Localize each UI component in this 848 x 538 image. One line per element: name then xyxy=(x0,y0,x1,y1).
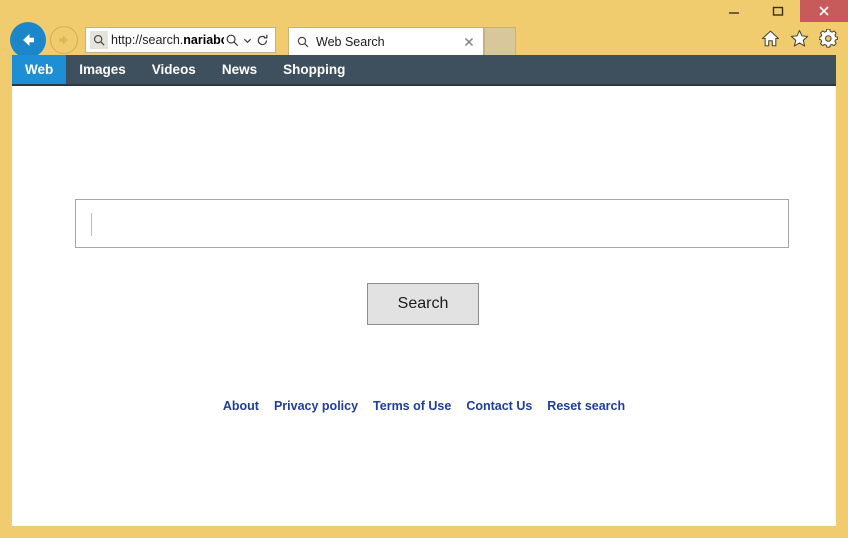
search-icon xyxy=(90,31,108,49)
favorites-button[interactable] xyxy=(789,28,809,48)
home-button[interactable] xyxy=(760,28,780,48)
footer-link-contact-us[interactable]: Contact Us xyxy=(466,399,532,413)
site-nav-label: Web xyxy=(25,62,53,77)
footer-link-about[interactable]: About xyxy=(223,399,259,413)
back-button[interactable] xyxy=(10,22,46,58)
site-nav-item-images[interactable]: Images xyxy=(66,55,139,84)
text-caret xyxy=(91,213,92,236)
address-search-button[interactable] xyxy=(224,34,241,47)
site-nav-label: Videos xyxy=(152,62,196,77)
site-nav-item-shopping[interactable]: Shopping xyxy=(270,55,358,84)
refresh-icon xyxy=(256,34,269,47)
close-window-button[interactable] xyxy=(800,0,848,22)
site-nav-label: Images xyxy=(79,62,126,77)
tab-strip: Web Search xyxy=(288,27,516,55)
chevron-down-icon xyxy=(243,36,252,45)
home-icon xyxy=(761,29,780,48)
arrow-right-icon xyxy=(56,32,72,48)
address-url-text: http://search.nariabo... xyxy=(111,33,224,47)
tab-title: Web Search xyxy=(316,35,461,49)
search-button-label: Search xyxy=(398,295,449,313)
search-input[interactable] xyxy=(75,199,789,248)
search-button[interactable]: Search xyxy=(367,283,479,325)
footer-link-privacy-policy[interactable]: Privacy policy xyxy=(274,399,358,413)
title-bar xyxy=(0,0,848,22)
new-tab-button[interactable] xyxy=(484,27,516,55)
arrow-left-icon xyxy=(18,30,38,50)
refresh-button[interactable] xyxy=(254,34,271,47)
search-icon xyxy=(295,34,311,50)
page-content: Search About Privacy policy Terms of Use… xyxy=(12,86,836,526)
minimize-button[interactable] xyxy=(712,0,756,22)
address-dropdown-button[interactable] xyxy=(241,36,254,45)
site-navigation-bar: Web Images Videos News Shopping xyxy=(12,55,836,86)
star-icon xyxy=(790,29,809,48)
footer-links: About Privacy policy Terms of Use Contac… xyxy=(12,399,836,413)
site-nav-item-news[interactable]: News xyxy=(209,55,270,84)
address-bar[interactable]: http://search.nariabo... xyxy=(85,27,276,53)
tab-web-search[interactable]: Web Search xyxy=(288,27,484,55)
site-nav-item-videos[interactable]: Videos xyxy=(139,55,209,84)
site-nav-label: Shopping xyxy=(283,62,345,77)
close-icon xyxy=(464,37,474,47)
footer-link-reset-search[interactable]: Reset search xyxy=(547,399,625,413)
window-controls xyxy=(712,0,848,22)
gear-icon xyxy=(819,29,838,48)
browser-window: http://search.nariabo... xyxy=(0,0,848,538)
tab-close-button[interactable] xyxy=(461,34,477,50)
browser-actions xyxy=(760,28,838,48)
search-icon xyxy=(226,34,239,47)
forward-button[interactable] xyxy=(50,26,78,54)
minimize-icon xyxy=(728,5,740,17)
footer-link-terms-of-use[interactable]: Terms of Use xyxy=(373,399,451,413)
maximize-button[interactable] xyxy=(756,0,800,22)
settings-button[interactable] xyxy=(818,28,838,48)
maximize-icon xyxy=(772,5,784,17)
close-icon xyxy=(818,5,830,17)
site-nav-label: News xyxy=(222,62,257,77)
site-nav-item-web[interactable]: Web xyxy=(12,55,66,84)
